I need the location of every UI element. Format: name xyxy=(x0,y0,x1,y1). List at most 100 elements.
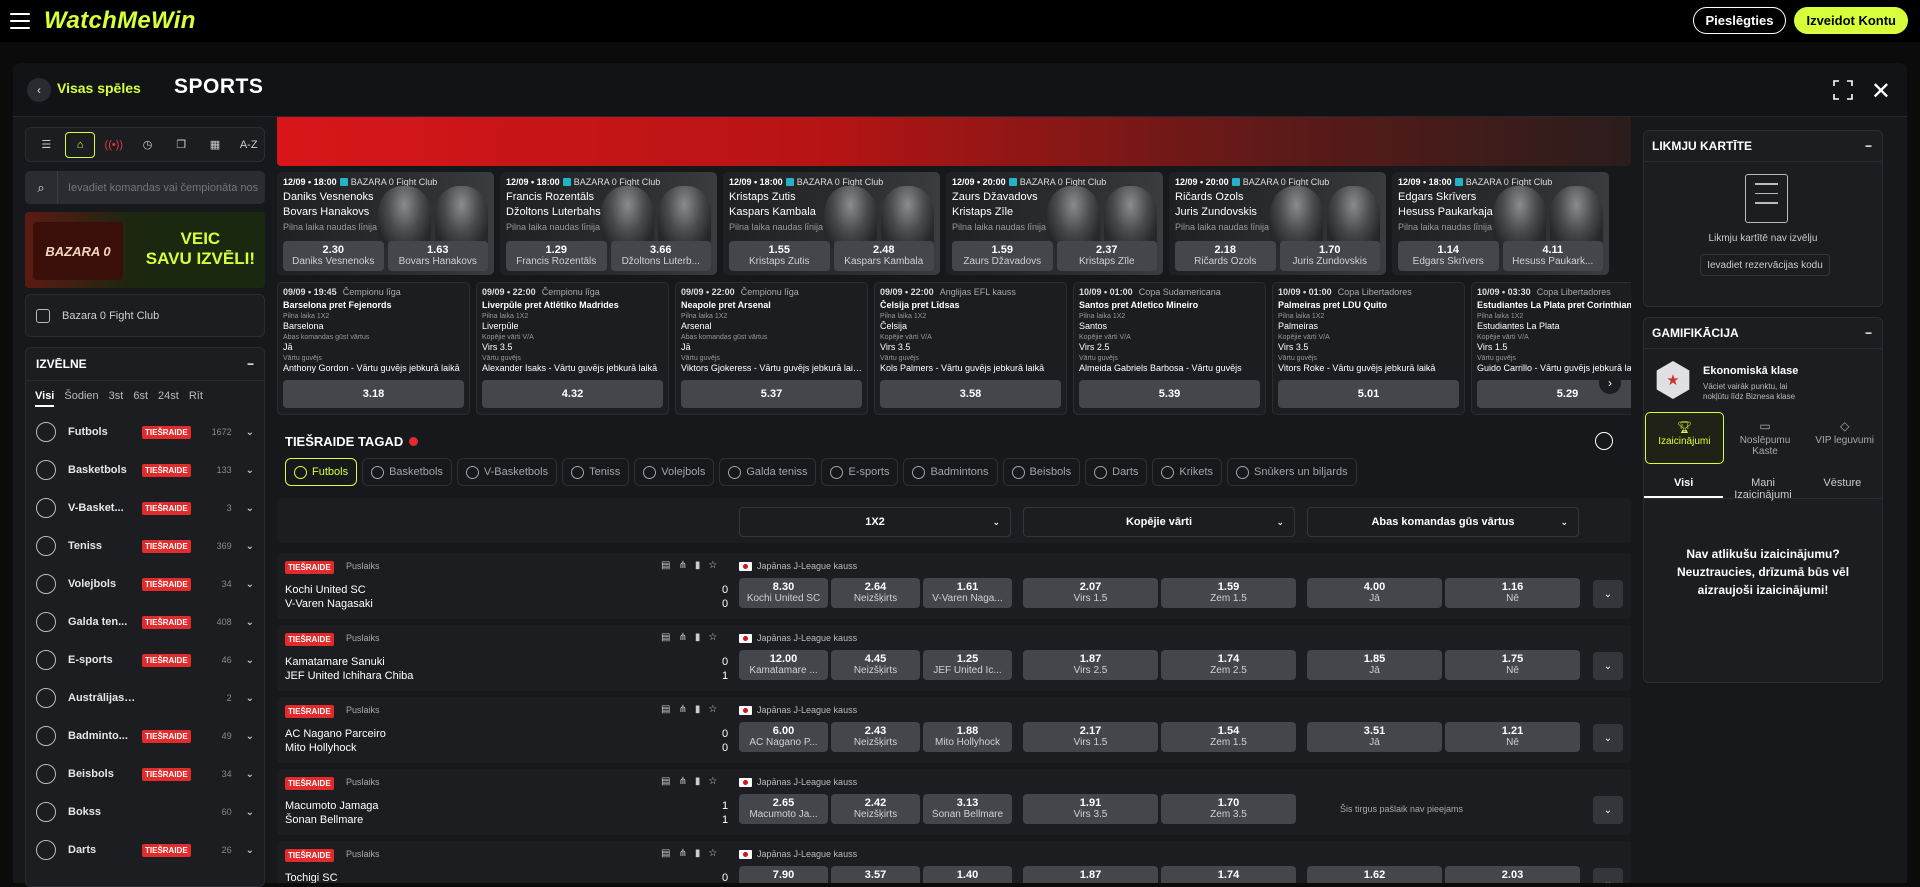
market-select-total[interactable]: Kopējie vārti ⌄ xyxy=(1023,507,1295,537)
live-icon[interactable]: ((•)) xyxy=(98,132,129,158)
stats-icon[interactable]: ▤ xyxy=(661,560,670,571)
tab-sport[interactable]: Badmintons xyxy=(903,458,998,486)
odds-button[interactable]: 3.51 Jā xyxy=(1307,722,1442,752)
day-tab[interactable]: Rīt xyxy=(189,390,203,407)
odds-button[interactable]: 1.75 Nē xyxy=(1445,650,1580,680)
subtab-all[interactable]: Visi xyxy=(1644,471,1724,498)
day-tab[interactable]: 3st xyxy=(109,390,124,407)
tree-icon[interactable]: ⋔ xyxy=(678,560,686,571)
tab-sport[interactable]: Galda teniss xyxy=(719,458,817,486)
logo[interactable]: WatchMeWin xyxy=(44,7,196,35)
odds-button[interactable]: 1.87 Virs 2.5 xyxy=(1023,650,1158,680)
club-link[interactable]: Bazara 0 Fight Club xyxy=(25,294,265,337)
tab-sport[interactable]: V-Basketbols xyxy=(456,458,558,486)
odds-button[interactable]: 12.00 Kamatamare ... xyxy=(739,650,828,680)
tab-sport[interactable]: Beisbols xyxy=(1002,458,1081,486)
odds-button[interactable]: 1.29 Francis Rozentāls xyxy=(506,241,607,271)
odds-button[interactable]: 2.18 Ričards Ozols xyxy=(1175,241,1276,271)
expand-event-icon[interactable]: ⌄ xyxy=(1593,868,1623,883)
odds-button[interactable]: 1.63 Bovars Hanakovs xyxy=(387,241,488,271)
fight-card[interactable]: 12/09 • 20:00 BAZARA 0 Fight Club Zaurs Dž… xyxy=(946,172,1163,275)
odds-button[interactable]: 1.62 xyxy=(1307,866,1442,883)
odds-button[interactable]: 2.42 Neizšķirts xyxy=(831,794,920,824)
odds-button[interactable]: 4.00 Jā xyxy=(1307,578,1442,608)
sidebar-item-sport[interactable]: E-sports TIEŠRAIDE 46 ⌄ xyxy=(26,641,264,679)
chevron-down-icon[interactable]: ⌄ xyxy=(246,845,254,856)
odds-button[interactable]: 1.87 xyxy=(1023,866,1158,883)
day-tab[interactable]: Visi xyxy=(35,390,55,407)
bars-icon[interactable]: ▮ xyxy=(695,776,701,787)
subtab-history[interactable]: Vēsture xyxy=(1803,471,1882,498)
odds-button[interactable]: 3.57 xyxy=(831,866,920,883)
fight-card[interactable]: 12/09 • 18:00 BAZARA 0 Fight Club Kristaps… xyxy=(723,172,940,275)
tab-sport[interactable]: Darts xyxy=(1085,458,1148,486)
home-icon[interactable]: ⌂ xyxy=(64,131,96,158)
odds-button[interactable]: 2.30 Daniks Vesnenoks xyxy=(283,241,384,271)
bet-builder-card[interactable]: 10/09 • 01:00 Copa Sudamericana Santos pre… xyxy=(1073,282,1266,415)
star-icon[interactable]: ☆ xyxy=(708,560,717,571)
hero-banner[interactable] xyxy=(277,117,1631,166)
bet-builder-card[interactable]: 09/09 • 22:00 Anglijas EFL kauss Čelsija p… xyxy=(874,282,1067,415)
stats-icon[interactable]: ▤ xyxy=(661,704,670,715)
combined-odds-button[interactable]: 4.32 xyxy=(482,380,663,408)
tab-sport[interactable]: E-sports xyxy=(821,458,899,486)
odds-button[interactable]: 2.07 Virs 1.5 xyxy=(1023,578,1158,608)
carousel-next-icon[interactable]: › xyxy=(1599,372,1621,394)
star-icon[interactable]: ☆ xyxy=(708,632,717,643)
odds-button[interactable]: 1.21 Nē xyxy=(1445,722,1580,752)
odds-button[interactable]: 2.64 Neizšķirts xyxy=(831,578,920,608)
odds-button[interactable]: 1.55 Kristaps Zutis xyxy=(729,241,830,271)
odds-button[interactable]: 3.66 Džoltons Luterb... xyxy=(610,241,711,271)
tree-icon[interactable]: ⋔ xyxy=(678,704,686,715)
chevron-down-icon[interactable]: ⌄ xyxy=(246,655,254,666)
combined-odds-button[interactable]: 3.58 xyxy=(880,380,1061,408)
odds-button[interactable]: 1.70 Zem 3.5 xyxy=(1161,794,1296,824)
sidebar-item-sport[interactable]: Darts TIEŠRAIDE 26 ⌄ xyxy=(26,831,264,869)
expand-event-icon[interactable]: ⌄ xyxy=(1593,580,1623,608)
sidebar-item-sport[interactable]: Teniss TIEŠRAIDE 369 ⌄ xyxy=(26,527,264,565)
odds-button[interactable]: 1.14 Edgars Skrīvers xyxy=(1398,241,1499,271)
expand-event-icon[interactable]: ⌄ xyxy=(1593,652,1623,680)
login-button[interactable]: Pieslēgties xyxy=(1692,7,1787,34)
odds-button[interactable]: 2.43 Neizšķirts xyxy=(831,722,920,752)
chevron-down-icon[interactable]: ⌄ xyxy=(246,465,254,476)
odds-button[interactable]: 7.90 xyxy=(739,866,828,883)
promo-banner[interactable]: BAZARA 0 VEIC SAVU IZVĒLI! xyxy=(25,212,265,288)
tab-mystery-box[interactable]: ▭ Noslēpumu Kaste xyxy=(1727,412,1804,464)
combined-odds-button[interactable]: 5.37 xyxy=(681,380,862,408)
tab-sport[interactable]: Snūkers un biljards xyxy=(1227,458,1357,486)
list-view-icon[interactable]: ☰ xyxy=(31,132,62,158)
subtab-my-challenges[interactable]: Mani Izaicinājumi xyxy=(1723,471,1802,501)
tree-icon[interactable]: ⋔ xyxy=(678,776,686,787)
back-link[interactable]: Visas spēles xyxy=(57,80,141,96)
register-button[interactable]: Izveidot Kontu xyxy=(1794,7,1908,34)
odds-button[interactable]: 1.40 xyxy=(923,866,1012,883)
chevron-down-icon[interactable]: ⌄ xyxy=(246,617,254,628)
collapse-icon[interactable]: − xyxy=(1865,139,1872,153)
stats-icon[interactable]: ▤ xyxy=(661,848,670,859)
tab-challenges[interactable]: 🏆︎ Izaicinājumi xyxy=(1645,412,1724,464)
sidebar-item-sport[interactable]: Basketbols TIEŠRAIDE 133 ⌄ xyxy=(26,451,264,489)
sidebar-item-sport[interactable]: Galda ten... TIEŠRAIDE 408 ⌄ xyxy=(26,603,264,641)
star-icon[interactable]: ☆ xyxy=(708,704,717,715)
bet-builder-card[interactable]: 10/09 • 01:00 Copa Libertadores Palmeiras … xyxy=(1272,282,1465,415)
tab-sport[interactable]: Teniss xyxy=(562,458,630,486)
chevron-down-icon[interactable]: ⌄ xyxy=(246,693,254,704)
odds-button[interactable]: 1.74 xyxy=(1161,866,1296,883)
bars-icon[interactable]: ▮ xyxy=(695,848,701,859)
collapse-icon[interactable]: − xyxy=(1865,326,1872,340)
odds-button[interactable]: 1.54 Zem 1.5 xyxy=(1161,722,1296,752)
bet-builder-card[interactable]: 10/09 • 03:30 Copa Libertadores Estudiante… xyxy=(1471,282,1631,415)
bet-builder-card[interactable]: 09/09 • 22:00 Čempionu līga Neapole pret A… xyxy=(675,282,868,415)
odds-button[interactable]: 4.11 Hesuss Paukark... xyxy=(1502,241,1603,271)
star-icon[interactable]: ☆ xyxy=(708,776,717,787)
odds-button[interactable]: 1.16 Nē xyxy=(1445,578,1580,608)
day-tab[interactable]: 24st xyxy=(158,390,179,407)
fight-card[interactable]: 12/09 • 18:00 BAZARA 0 Fight Club Edgars S… xyxy=(1392,172,1609,275)
fullscreen-icon[interactable] xyxy=(1833,80,1853,100)
bet-builder-card[interactable]: 09/09 • 19:45 Čempionu līga Barselona pret… xyxy=(277,282,470,415)
soccer-ball-icon[interactable] xyxy=(1595,432,1613,450)
sidebar-item-sport[interactable]: Bokss 60 ⌄ xyxy=(26,793,264,831)
odds-button[interactable]: 1.74 Zem 2.5 xyxy=(1161,650,1296,680)
odds-button[interactable]: 1.59 Zem 1.5 xyxy=(1161,578,1296,608)
